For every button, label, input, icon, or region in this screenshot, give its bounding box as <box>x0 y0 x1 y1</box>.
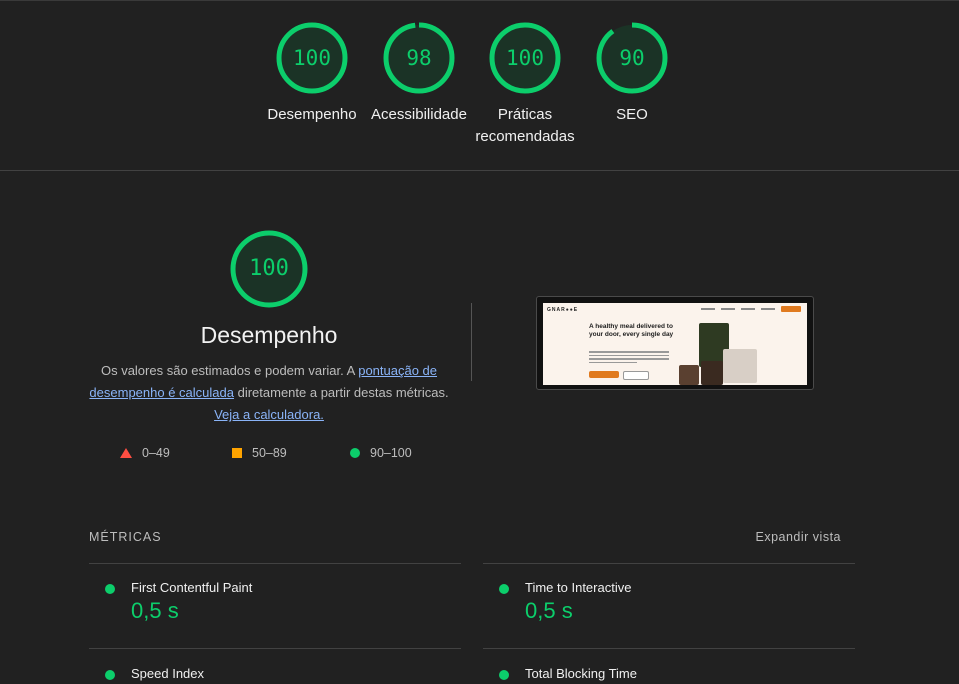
triangle-icon <box>120 448 132 458</box>
screenshot-paragraph <box>589 351 669 365</box>
metric-name: First Contentful Paint <box>131 580 253 595</box>
screenshot-person-image <box>701 361 723 385</box>
screenshot-image <box>679 365 699 385</box>
metric-divider <box>483 563 855 564</box>
screenshot-headline: A healthy meal delivered to your door, e… <box>589 323 674 338</box>
circle-icon <box>350 448 360 458</box>
section-divider <box>0 170 959 171</box>
pass-dot-icon <box>105 670 115 680</box>
gauge-label: Acessibilidade <box>371 106 467 123</box>
legend-fail: 0–49 <box>120 446 170 460</box>
performance-score: 100 <box>249 256 289 281</box>
screenshot-page: GNAR●●E A healthy meal delivered to your… <box>543 303 807 385</box>
metric-value: 0,5 s <box>131 598 179 623</box>
performance-gauge: 100 <box>228 228 310 310</box>
screenshot-logo: GNAR●●E <box>547 307 579 313</box>
expand-view-toggle[interactable]: Expandir vista <box>755 530 841 544</box>
performance-title: Desempenho <box>200 322 338 348</box>
metrics-heading: MÉTRICAS <box>89 530 162 544</box>
metric-name: Total Blocking Time <box>525 666 637 681</box>
gauge-acessibilidade[interactable]: 98 Acessibilidade <box>364 20 474 126</box>
metric-divider <box>483 648 855 649</box>
legend-pass: 90–100 <box>350 446 412 460</box>
calculator-link[interactable]: Veja a calculadora. <box>214 407 324 422</box>
gauge-score: 90 <box>619 46 645 70</box>
legend-pass-label: 90–100 <box>370 446 412 460</box>
metric-divider <box>89 563 461 564</box>
desc-text-2: diretamente a partir destas métricas. <box>233 385 449 400</box>
performance-description: Os valores são estimados e podem variar.… <box>88 360 450 426</box>
screenshot-meal-image <box>723 349 757 383</box>
gauge-ring: 90 <box>594 20 670 96</box>
legend-average: 50–89 <box>232 446 287 460</box>
gauge-score: 100 <box>506 46 544 70</box>
metric-name: Time to Interactive <box>525 580 632 595</box>
legend-average-label: 50–89 <box>252 446 287 460</box>
gauge-label: SEO <box>616 106 648 123</box>
square-icon <box>232 448 242 458</box>
pass-dot-icon <box>105 584 115 594</box>
desc-text-1: Os valores são estimados e podem variar.… <box>100 363 359 378</box>
gauge-label: Práticas recomendadas <box>475 106 575 145</box>
pass-dot-icon <box>499 670 509 680</box>
gauge-ring: 100 <box>487 20 563 96</box>
gauge-score: 100 <box>293 46 331 70</box>
gauge-seo[interactable]: 90 SEO <box>577 20 687 126</box>
score-gauges: 100 Desempenho 98 Acessibilidade 100 Prá… <box>0 0 959 170</box>
final-screenshot[interactable]: GNAR●●E A healthy meal delivered to your… <box>536 296 814 390</box>
gauge-praticas[interactable]: 100 Práticas recomendadas <box>470 20 580 148</box>
gauge-desempenho[interactable]: 100 Desempenho <box>257 20 367 126</box>
gauge-score: 98 <box>406 46 432 70</box>
pass-dot-icon <box>499 584 509 594</box>
gauge-ring: 98 <box>381 20 457 96</box>
metric-name: Speed Index <box>131 666 205 681</box>
metric-value: 0,5 s <box>525 598 573 623</box>
screenshot-primary-button <box>589 371 619 378</box>
vertical-separator <box>471 303 472 381</box>
legend-fail-label: 0–49 <box>142 446 170 460</box>
gauge-label: Desempenho <box>267 106 357 123</box>
screenshot-secondary-button <box>623 371 649 380</box>
metric-divider <box>89 648 461 649</box>
gauge-ring: 100 <box>274 20 350 96</box>
screenshot-nav <box>701 306 801 312</box>
